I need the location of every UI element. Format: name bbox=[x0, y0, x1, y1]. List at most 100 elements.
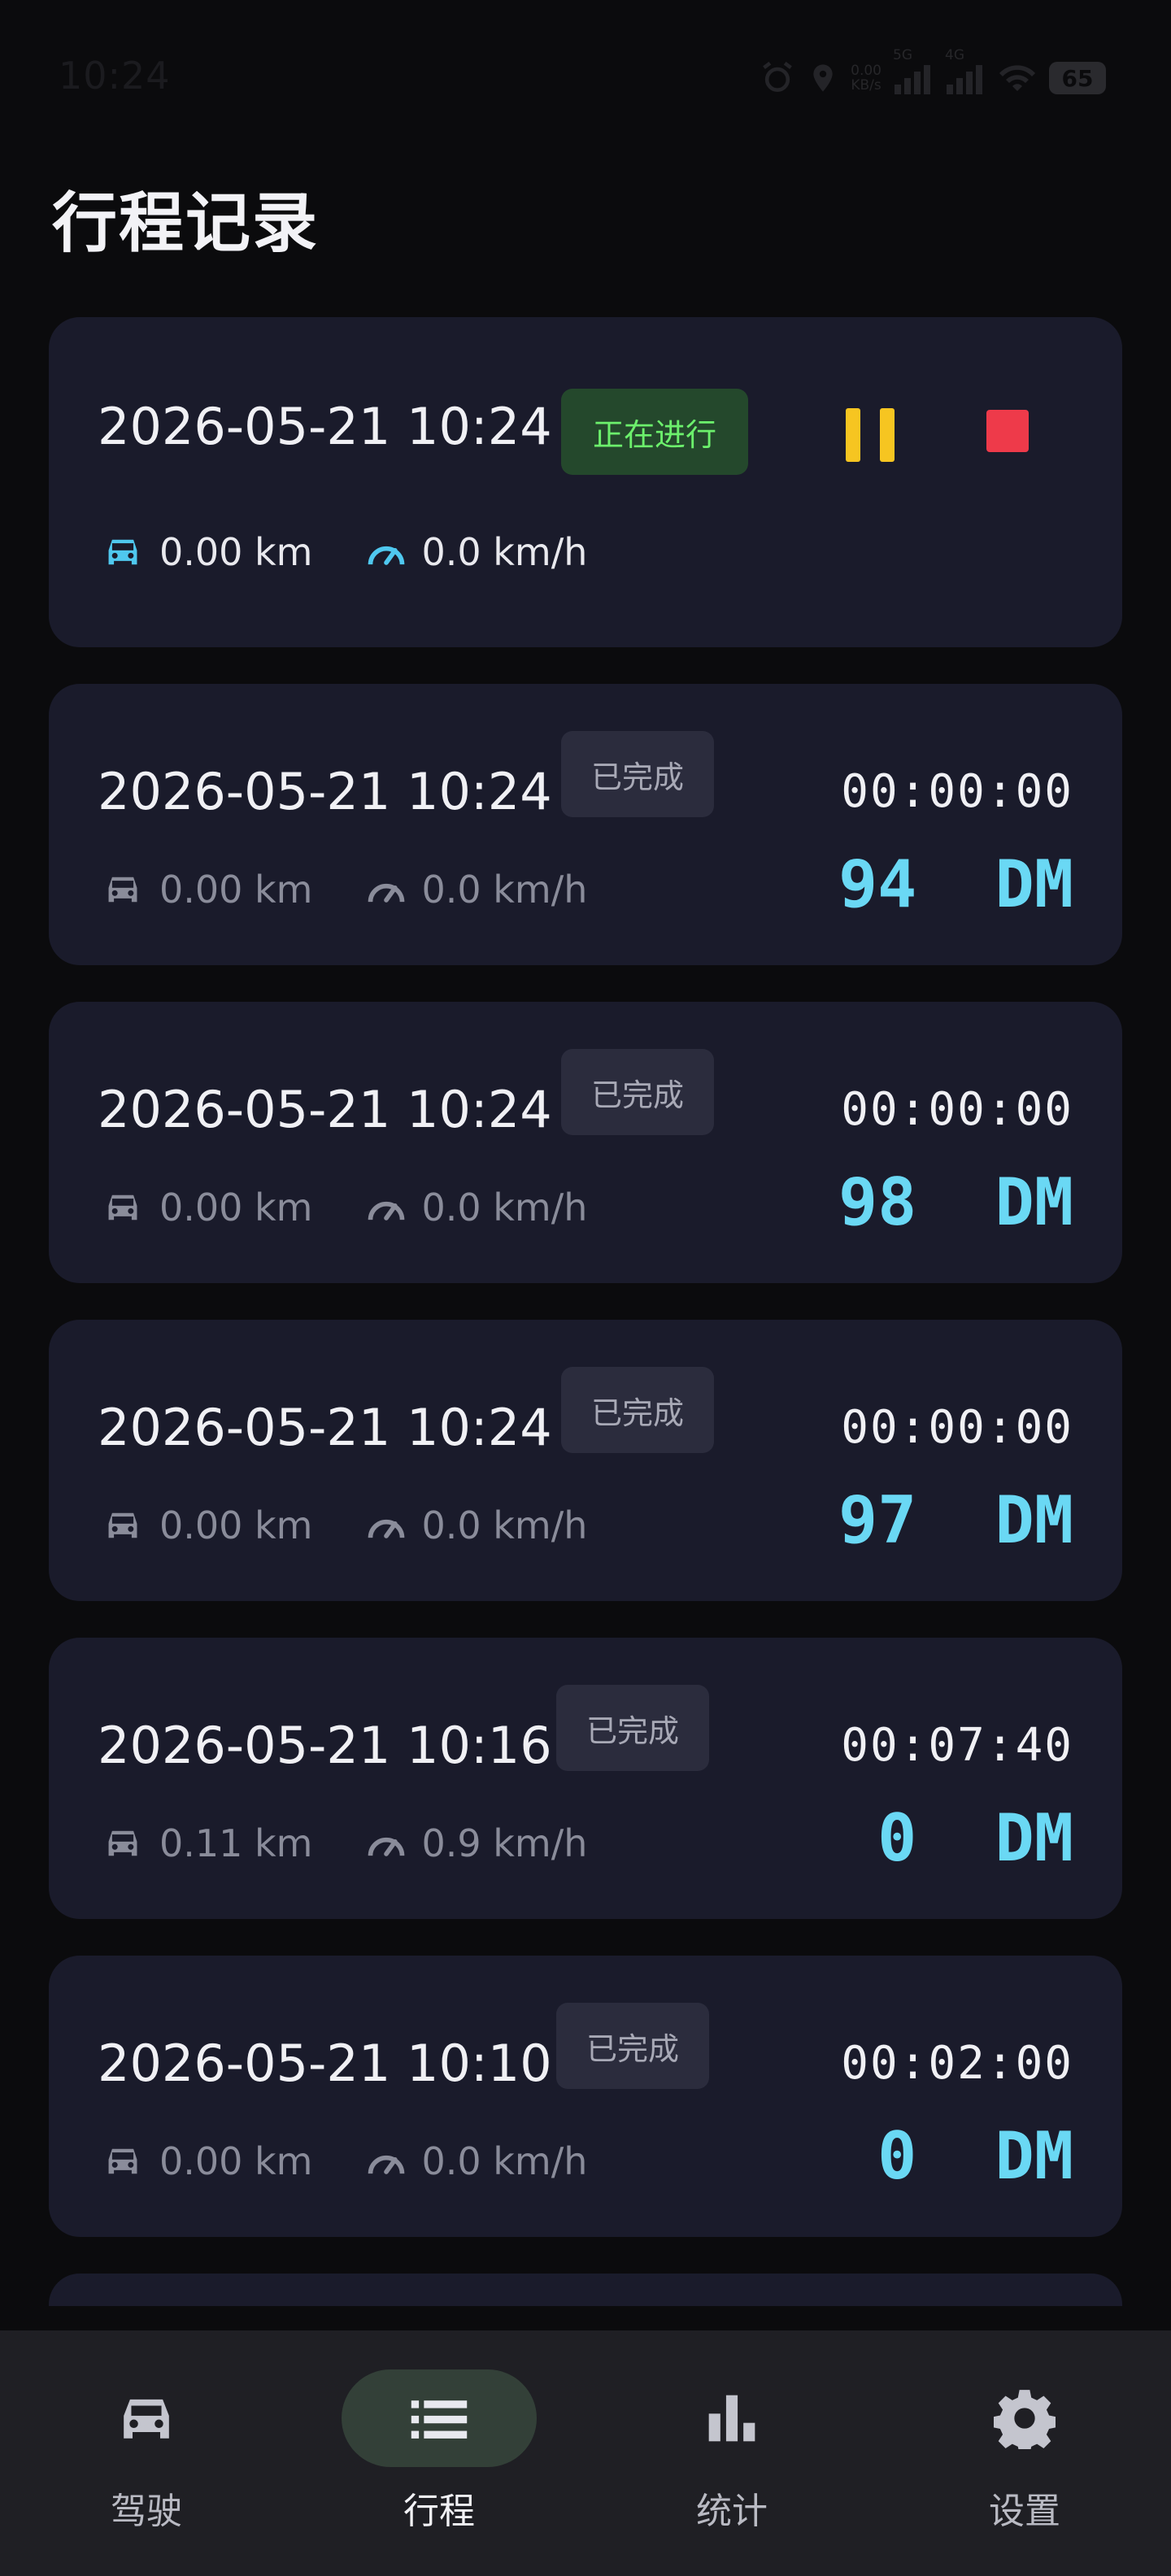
distance-metric: 0.00 km bbox=[101, 868, 313, 912]
signal-5g: 5G bbox=[893, 47, 934, 94]
trip-start-time: 2026-05-21 10:10 bbox=[98, 2034, 552, 2093]
trip-score: 0 DM bbox=[877, 2118, 1073, 2194]
speed-metric: 0.0 km/h bbox=[365, 2139, 588, 2183]
nav-icon-wrap bbox=[927, 2369, 1122, 2467]
trip-metrics: 0.00 km 0.0 km/h bbox=[101, 868, 639, 912]
signal-bars-icon bbox=[947, 65, 982, 94]
trip-metrics: 0.00 km 0.0 km/h bbox=[101, 530, 639, 574]
distance-metric: 0.00 km bbox=[101, 2139, 313, 2183]
speedometer-icon bbox=[368, 883, 404, 903]
signal-bars-icon bbox=[895, 65, 930, 94]
nav-item-drive[interactable]: 驾驶 bbox=[0, 2330, 293, 2576]
speed-value: 0.9 km/h bbox=[421, 1821, 588, 1865]
trip-score: 0 DM bbox=[877, 1800, 1073, 1876]
trip-start-time: 2026-05-21 10:24 bbox=[98, 762, 552, 821]
status-badge-running: 正在进行 bbox=[561, 389, 748, 475]
gear-icon bbox=[994, 2390, 1056, 2449]
trip-card[interactable]: 2026-05-21 10:16 已完成 00:07:40 0.11 km 0.… bbox=[49, 1638, 1122, 1919]
pause-button[interactable] bbox=[846, 408, 895, 462]
status-badge: 已完成 bbox=[561, 1367, 714, 1453]
nav-label: 统计 bbox=[696, 2491, 768, 2532]
distance-value: 0.11 km bbox=[159, 1821, 313, 1865]
distance-metric: 0.11 km bbox=[101, 1821, 313, 1865]
nav-item-settings[interactable]: 设置 bbox=[878, 2330, 1171, 2576]
trip-duration: 00:00:00 bbox=[841, 1083, 1073, 1136]
speed-metric: 0.0 km/h bbox=[365, 868, 587, 912]
trip-metrics: 0.11 km 0.9 km/h bbox=[101, 1821, 639, 1865]
distance-value: 0.00 km bbox=[159, 530, 313, 574]
trip-metrics: 0.00 km 0.0 km/h bbox=[101, 2139, 639, 2183]
trip-score: 94 DM bbox=[838, 846, 1073, 922]
nav-label: 行程 bbox=[403, 2491, 475, 2532]
bottom-nav: 驾驶 行程 统计 设置 bbox=[0, 2330, 1171, 2576]
trip-start-time: 2026-05-21 10:24 bbox=[98, 397, 552, 456]
speed-value: 0.0 km/h bbox=[421, 1503, 588, 1547]
trip-card[interactable]: 2026-05-21 10:24 已完成 00:00:00 0.00 km 0.… bbox=[49, 1002, 1122, 1283]
trip-score: 98 DM bbox=[838, 1164, 1073, 1240]
speed-value: 0.0 km/h bbox=[421, 530, 588, 574]
car-icon bbox=[108, 2148, 137, 2174]
distance-value: 0.00 km bbox=[159, 1503, 313, 1547]
nav-item-trips[interactable]: 行程 bbox=[293, 2330, 586, 2576]
speed-metric: 0.0 km/h bbox=[365, 530, 588, 574]
trip-duration: 00:00:00 bbox=[841, 765, 1073, 818]
speedometer-icon bbox=[368, 1519, 404, 1538]
trip-start-time: 2026-05-21 10:16 bbox=[98, 1716, 552, 1775]
active-trip-card[interactable]: 2026-05-21 10:24 正在进行 0.00 km 0.0 km/h bbox=[49, 317, 1122, 647]
nav-label: 设置 bbox=[989, 2491, 1060, 2532]
trip-duration: 00:02:00 bbox=[841, 2037, 1073, 2090]
status-badge: 已完成 bbox=[561, 1049, 714, 1135]
nav-icon-wrap bbox=[342, 2369, 537, 2467]
trip-duration: 00:00:00 bbox=[841, 1401, 1073, 1454]
trip-list[interactable]: 2026-05-21 10:24 正在进行 0.00 km 0.0 km/h 2… bbox=[49, 317, 1122, 2306]
trip-metrics: 0.00 km 0.0 km/h bbox=[101, 1186, 639, 1229]
status-icons: 0.00 KB/s 5G 4G 65 bbox=[760, 47, 1106, 99]
trip-card[interactable]: 2026-05-21 10:24 已完成 00:00:00 0.00 km 0.… bbox=[49, 1320, 1122, 1601]
distance-metric: 0.00 km bbox=[101, 530, 313, 574]
trip-card[interactable]: 2026-05-21 10:10 已完成 00:02:00 0.00 km 0.… bbox=[49, 1956, 1122, 2237]
status-time: 10:24 bbox=[59, 54, 171, 98]
speed-value: 0.0 km/h bbox=[421, 2139, 588, 2183]
nav-label: 驾驶 bbox=[111, 2491, 182, 2532]
car-icon bbox=[124, 2399, 169, 2439]
list-icon bbox=[411, 2400, 468, 2439]
trip-card-partial[interactable] bbox=[49, 2274, 1122, 2306]
trip-score: 97 DM bbox=[838, 1482, 1073, 1558]
status-bar: 10:24 0.00 KB/s 5G 4G 65 bbox=[0, 0, 1171, 154]
alarm-icon bbox=[763, 61, 793, 92]
car-icon bbox=[108, 1830, 137, 1856]
trip-card[interactable]: 2026-05-21 10:24 已完成 00:00:00 0.00 km 0.… bbox=[49, 684, 1122, 965]
bar-chart-icon bbox=[708, 2395, 755, 2442]
status-badge: 已完成 bbox=[561, 731, 714, 817]
battery-indicator: 65 bbox=[1049, 62, 1106, 94]
trip-start-time: 2026-05-21 10:24 bbox=[98, 1398, 552, 1457]
nav-icon-wrap bbox=[49, 2369, 244, 2467]
page-title: 行程记录 bbox=[52, 185, 319, 261]
car-icon bbox=[108, 1512, 137, 1538]
speed-metric: 0.0 km/h bbox=[365, 1503, 588, 1547]
distance-value: 0.00 km bbox=[159, 868, 313, 912]
network-speed: 0.00 KB/s bbox=[851, 63, 882, 94]
distance-value: 0.00 km bbox=[159, 2139, 313, 2183]
car-icon bbox=[108, 877, 137, 903]
distance-metric: 0.00 km bbox=[101, 1503, 313, 1547]
wifi-icon bbox=[999, 65, 1035, 91]
pause-icon-bar bbox=[846, 408, 860, 462]
nav-item-stats[interactable]: 统计 bbox=[586, 2330, 878, 2576]
speedometer-icon bbox=[368, 1201, 404, 1221]
distance-metric: 0.00 km bbox=[101, 1186, 313, 1229]
speed-metric: 0.9 km/h bbox=[365, 1821, 588, 1865]
status-badge: 已完成 bbox=[556, 2003, 709, 2089]
trip-start-time: 2026-05-21 10:24 bbox=[98, 1080, 552, 1139]
car-icon bbox=[108, 539, 137, 565]
pause-icon-bar bbox=[880, 408, 895, 462]
nav-icon-wrap bbox=[634, 2369, 829, 2467]
signal-4g: 4G bbox=[945, 47, 986, 94]
trip-metrics: 0.00 km 0.0 km/h bbox=[101, 1503, 639, 1547]
trip-duration: 00:07:40 bbox=[841, 1719, 1073, 1772]
location-icon bbox=[813, 64, 833, 92]
stop-button[interactable] bbox=[986, 410, 1029, 452]
speedometer-icon bbox=[368, 1837, 404, 1856]
speedometer-icon bbox=[368, 546, 404, 565]
car-icon bbox=[108, 1194, 137, 1221]
